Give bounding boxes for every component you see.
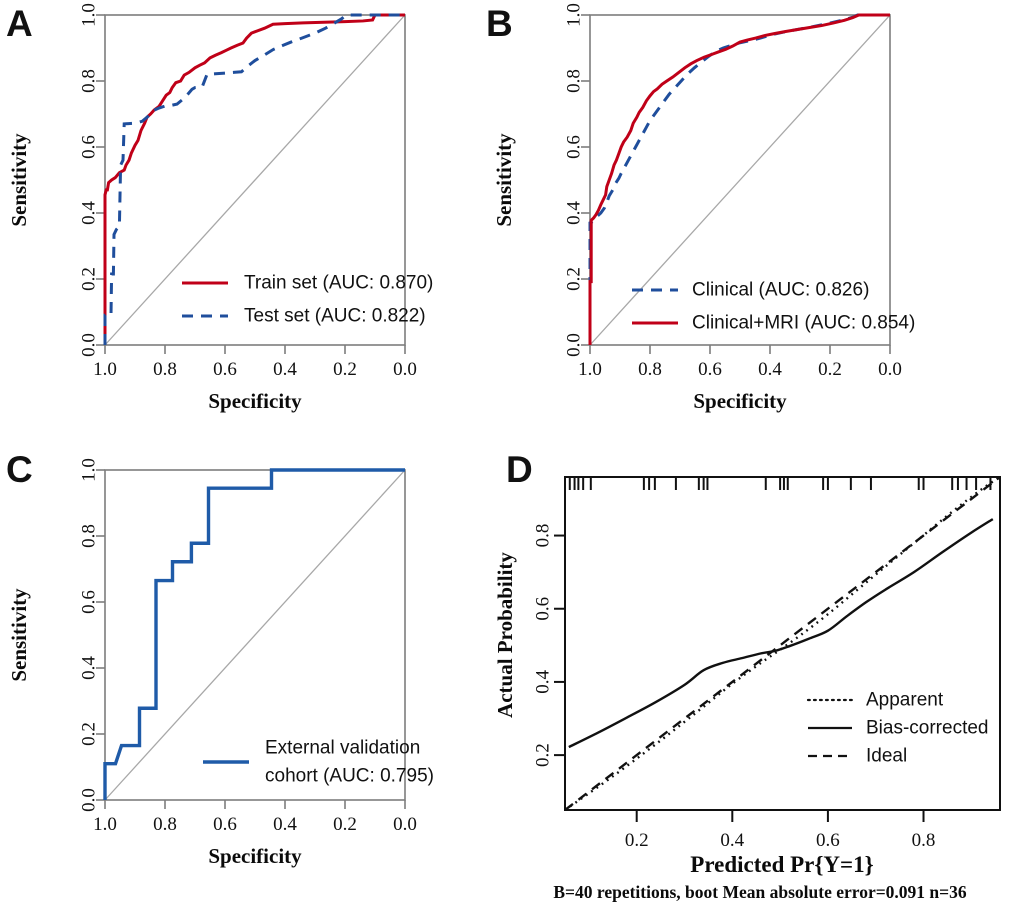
panel-c-x-title: Specificity: [208, 844, 302, 868]
panel-d-legend: Apparent Bias-corrected Ideal: [806, 690, 989, 767]
panel-a-legend: Train set (AUC: 0.870) Test set (AUC: 0.8…: [182, 273, 433, 327]
y-tick-label: 0.0: [564, 333, 585, 357]
y-tick-label: 0.4: [79, 201, 100, 225]
calibration-curve-2: [568, 518, 994, 749]
y-tick-label: 0.6: [79, 135, 100, 159]
panel-a-x-title: Specificity: [208, 389, 302, 413]
x-tick-label: 0.0: [878, 359, 902, 380]
panel-d: D 0.2 0.4 0.6 0.8 0.2 0.4 0.6 0.8 Predicted Pr…: [480, 420, 1020, 904]
y-tick-label: 0.2: [533, 743, 554, 767]
panel-a-y-title: Sensitivity: [7, 133, 31, 227]
panel-d-footnote: B=40 repetitions, boot Mean absolute err…: [553, 882, 967, 902]
panel-d-curves: [564, 476, 1001, 811]
panel-d-y-axis: 0.2 0.4 0.6 0.8: [533, 524, 565, 767]
panel-c-label: C: [6, 449, 33, 490]
x-tick-label: 0.8: [912, 830, 936, 851]
y-tick-label: 1.0: [79, 458, 100, 482]
x-tick-label: 0.4: [273, 814, 297, 835]
legend-label-1: Clinical (AUC: 0.826): [692, 280, 869, 301]
y-tick-label: 0.0: [79, 788, 100, 812]
panel-c-x-axis: 1.0 0.8 0.6 0.4 0.2 0.0: [93, 800, 417, 835]
y-tick-label: 0.4: [564, 201, 585, 225]
x-tick-label: 0.6: [698, 359, 722, 380]
panel-c: C 0.0 0.2 0.4 0.6 0.8 1.0 1.0 0.8 0.6 0.4 0.2 0.0 …: [0, 420, 510, 904]
x-tick-label: 0.2: [333, 814, 357, 835]
x-tick-label: 0.2: [625, 830, 649, 851]
panel-a-label: A: [6, 3, 33, 44]
figure-root: A 0.0 0.2 0.4 0.6 0.8 1.0 1.0 0.8 0.6 0.4 0.2 0.0 …: [0, 0, 1020, 904]
panel-a-y-axis: 0.0 0.2 0.4 0.6 0.8 1.0: [79, 3, 105, 357]
y-tick-label: 0.0: [79, 333, 100, 357]
y-tick-label: 0.6: [564, 135, 585, 159]
y-tick-label: 0.2: [79, 722, 100, 746]
panel-c-svg: C 0.00.20.40.60.81.0 1.0 0.8 0.6 0.4 0.2 0.0 …: [6, 449, 434, 868]
x-tick-label: 0.2: [818, 359, 842, 380]
legend-label-2: Bias-corrected: [866, 718, 989, 739]
panel-a: A 0.0 0.2 0.4 0.6 0.8 1.0 1.0 0.8 0.6 0.4 0.2 0.0 …: [0, 0, 510, 420]
x-tick-label: 0.8: [638, 359, 662, 380]
panel-a-diagonal: [104, 14, 406, 346]
x-tick-label: 0.2: [333, 359, 357, 380]
x-tick-label: 1.0: [93, 814, 117, 835]
y-tick-label: 0.8: [79, 69, 100, 93]
y-tick-label: 0.6: [533, 597, 554, 621]
y-tick-label: 0.8: [79, 524, 100, 548]
calibration-curve-3: [564, 476, 1001, 811]
legend-label-line1: External validation: [265, 738, 420, 759]
legend-label-3: Ideal: [866, 746, 907, 767]
x-tick-label: 0.0: [393, 359, 417, 380]
panel-b-x-axis: 1.0 0.8 0.6 0.4 0.2 0.0: [578, 345, 902, 380]
x-tick-label: 0.8: [153, 359, 177, 380]
panel-d-x-title: Predicted Pr{Y=1}: [690, 852, 873, 877]
panel-a-svg: A 0.00.20.40.60.81.0 1.0 0.8 0.6 0.4 0.2 0.0 …: [6, 3, 433, 413]
panel-b-label: B: [486, 3, 513, 44]
y-tick-label: 0.4: [79, 656, 100, 680]
panel-b-y-axis: 0.0 0.2 0.4 0.6 0.8 1.0: [564, 3, 590, 357]
panel-d-y-title: Actual Probability: [493, 552, 517, 718]
legend-label-1: Train set (AUC: 0.870): [244, 273, 433, 294]
x-tick-label: 0.0: [393, 814, 417, 835]
panel-d-plot-area: 0.2 0.4 0.6 0.8 0.2 0.4 0.6 0.8: [533, 476, 1001, 851]
y-tick-label: 0.8: [533, 524, 554, 548]
panel-b-svg: B 0.00.20.40.60.81.0 1.0 0.8 0.6 0.4 0.2 0.0 …: [486, 3, 915, 413]
panel-b: B 0.0 0.2 0.4 0.6 0.8 1.0 1.0 0.8 0.6 0.4 0.2 0.0 …: [480, 0, 1020, 420]
x-tick-label: 0.4: [720, 830, 744, 851]
panel-c-legend: External validation cohort (AUC: 0.795): [203, 738, 434, 787]
x-tick-label: 1.0: [578, 359, 602, 380]
y-tick-label: 0.2: [564, 267, 585, 291]
panel-b-x-title: Specificity: [693, 389, 787, 413]
panel-d-x-axis: 0.2 0.4 0.6 0.8: [625, 810, 936, 851]
panel-a-x-axis: 1.0 0.8 0.6 0.4 0.2 0.0: [93, 345, 417, 380]
x-tick-label: 1.0: [93, 359, 117, 380]
legend-label-1: Apparent: [866, 690, 944, 711]
y-tick-label: 1.0: [564, 3, 585, 27]
legend-label-2: Test set (AUC: 0.822): [244, 306, 426, 327]
panel-d-label: D: [506, 449, 533, 490]
y-tick-label: 0.8: [564, 69, 585, 93]
x-tick-label: 0.6: [213, 359, 237, 380]
legend-label-line2: cohort (AUC: 0.795): [265, 766, 434, 787]
x-tick-label: 0.4: [273, 359, 297, 380]
panel-d-rug: [568, 478, 992, 490]
x-tick-label: 0.6: [816, 830, 840, 851]
panel-b-y-title: Sensitivity: [492, 133, 516, 227]
legend-label-2: Clinical+MRI (AUC: 0.854): [692, 313, 915, 334]
panel-b-legend: Clinical (AUC: 0.826) Clinical+MRI (AUC: …: [632, 280, 915, 334]
y-tick-label: 0.2: [79, 267, 100, 291]
x-tick-label: 0.6: [213, 814, 237, 835]
y-tick-label: 0.6: [79, 590, 100, 614]
panel-c-y-title: Sensitivity: [7, 588, 31, 682]
panel-d-svg: D 0.2 0.4 0.6 0.8 0.2 0.4 0.6 0.8 Predicted Pr…: [493, 449, 1001, 902]
x-tick-label: 0.8: [153, 814, 177, 835]
y-tick-label: 0.4: [533, 670, 554, 694]
x-tick-label: 0.4: [758, 359, 782, 380]
y-tick-label: 1.0: [79, 3, 100, 27]
panel-c-y-axis: 0.0 0.2 0.4 0.6 0.8 1.0: [79, 458, 105, 812]
